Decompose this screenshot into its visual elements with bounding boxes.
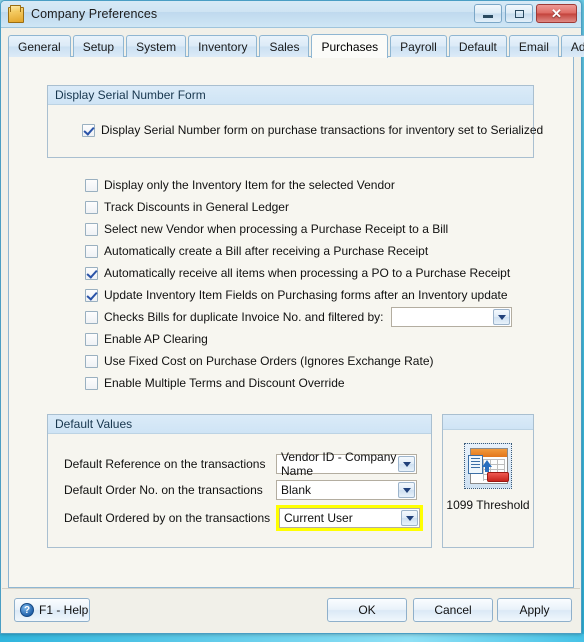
label-default-reference: Default Reference on the transactions xyxy=(64,457,266,471)
desktop-background xyxy=(0,634,584,642)
checkbox-label-track-discounts: Track Discounts in General Ledger xyxy=(104,200,289,214)
ok-button[interactable]: OK xyxy=(327,598,407,622)
checkbox-row-display-serial-number[interactable]: Display Serial Number form on purchase t… xyxy=(82,119,543,141)
default-ordered-by-combobox[interactable]: Current User xyxy=(279,508,420,528)
checkbox-row-update-inventory-fields[interactable]: Update Inventory Item Fields on Purchasi… xyxy=(85,284,555,306)
label-default-ordered-by: Default Ordered by on the transactions xyxy=(64,511,271,525)
cancel-button[interactable]: Cancel xyxy=(413,598,493,622)
help-icon: ? xyxy=(20,603,34,617)
dialog-footer: ? F1 - Help OK Cancel Apply xyxy=(2,588,580,632)
checkbox-label-update-inventory-fields: Update Inventory Item Fields on Purchasi… xyxy=(104,288,508,302)
tab-general[interactable]: General xyxy=(8,35,71,57)
checkbox-label-enable-multiple-terms: Enable Multiple Terms and Discount Overr… xyxy=(104,376,345,390)
folder-icon xyxy=(7,5,24,23)
display-serial-number-group: Display Serial Number Form Display Seria… xyxy=(47,85,543,158)
field-row-default-ordered-by: Default Ordered by on the transactions C… xyxy=(61,505,423,531)
window-controls: ✕ xyxy=(474,4,577,23)
default-ordered-by-value: Current User xyxy=(284,511,353,525)
help-button[interactable]: ? F1 - Help xyxy=(14,598,90,622)
panel-top-strip xyxy=(443,415,533,430)
tab-system[interactable]: System xyxy=(126,35,187,57)
checkbox-row-enable-multiple-terms[interactable]: Enable Multiple Terms and Discount Overr… xyxy=(85,372,555,394)
purchases-tab-page: Display Serial Number Form Display Seria… xyxy=(8,56,574,588)
chevron-down-icon[interactable] xyxy=(398,456,415,472)
tab-add-ons[interactable]: Add-Ons xyxy=(560,35,584,57)
checkbox-label-display-serial-number: Display Serial Number form on purchase t… xyxy=(101,123,544,137)
tab-sales[interactable]: Sales xyxy=(259,35,310,57)
checkbox-row-auto-create-bill[interactable]: Automatically create a Bill after receiv… xyxy=(85,240,555,262)
tab-purchases[interactable]: Purchases xyxy=(311,34,389,58)
default-reference-value: Vendor ID - Company Name xyxy=(281,450,397,478)
chevron-down-icon[interactable] xyxy=(493,309,511,325)
checkbox-label-enable-ap-clearing: Enable AP Clearing xyxy=(104,332,208,346)
checkbox-row-track-discounts[interactable]: Track Discounts in General Ledger xyxy=(85,196,555,218)
checkbox-enable-ap-clearing[interactable] xyxy=(85,332,98,346)
tab-email[interactable]: Email xyxy=(508,35,559,57)
chevron-down-icon[interactable] xyxy=(401,510,418,526)
checkbox-row-enable-ap-clearing[interactable]: Enable AP Clearing xyxy=(85,328,555,350)
checkbox-row-auto-receive-items[interactable]: Automatically receive all items when pro… xyxy=(85,262,555,284)
close-button[interactable]: ✕ xyxy=(536,4,577,23)
default-ordered-by-highlight: Current User xyxy=(276,505,423,531)
field-row-default-reference: Default Reference on the transactions Ve… xyxy=(64,450,421,478)
default-values-header: Default Values xyxy=(48,415,431,434)
default-reference-combobox[interactable]: Vendor ID - Company Name xyxy=(276,450,417,478)
checkbox-select-new-vendor[interactable] xyxy=(85,222,98,236)
tab-inventory[interactable]: Inventory xyxy=(188,35,258,57)
default-order-no-value: Blank xyxy=(281,483,312,497)
company-preferences-window: Company Preferences ✕ General Setup Syst… xyxy=(0,0,584,634)
serial-group-header: Display Serial Number Form xyxy=(48,86,533,105)
label-default-order-no: Default Order No. on the transactions xyxy=(64,483,263,497)
screen: Company Preferences ✕ General Setup Syst… xyxy=(0,0,584,642)
help-button-label: F1 - Help xyxy=(39,603,89,617)
tab-setup[interactable]: Setup xyxy=(72,35,125,57)
checkbox-display-serial-number[interactable] xyxy=(82,123,95,137)
tab-payroll[interactable]: Payroll xyxy=(390,35,447,57)
checkbox-display-only-inventory-item[interactable] xyxy=(85,178,98,192)
checkbox-row-use-fixed-cost[interactable]: Use Fixed Cost on Purchase Orders (Ignor… xyxy=(85,350,555,372)
checkbox-label-check-duplicate-invoice: Checks Bills for duplicate Invoice No. a… xyxy=(104,310,384,324)
purchase-options-list: Display only the Inventory Item for the … xyxy=(85,174,555,394)
field-row-default-order-no: Default Order No. on the transactions Bl… xyxy=(64,480,421,500)
maximize-button[interactable] xyxy=(505,4,533,23)
checkbox-row-check-duplicate-invoice[interactable]: Checks Bills for duplicate Invoice No. a… xyxy=(85,306,555,328)
checkbox-label-auto-create-bill: Automatically create a Bill after receiv… xyxy=(104,244,429,258)
close-icon: ✕ xyxy=(551,6,562,21)
checkbox-row-select-new-vendor[interactable]: Select new Vendor when processing a Purc… xyxy=(85,218,555,240)
title-bar: Company Preferences ✕ xyxy=(1,1,581,28)
chevron-down-icon[interactable] xyxy=(398,482,415,498)
checkbox-update-inventory-fields[interactable] xyxy=(85,288,98,302)
checkbox-row-display-only-inventory-item[interactable]: Display only the Inventory Item for the … xyxy=(85,174,555,196)
tab-strip: General Setup System Inventory Sales Pur… xyxy=(8,33,584,58)
checkbox-track-discounts[interactable] xyxy=(85,200,98,214)
maximize-icon xyxy=(514,9,524,18)
1099-threshold-label: 1099 Threshold xyxy=(446,498,530,512)
checkbox-auto-receive-items[interactable] xyxy=(85,266,98,280)
checkbox-check-duplicate-invoice[interactable] xyxy=(85,310,98,324)
tab-default[interactable]: Default xyxy=(448,35,507,57)
default-order-no-combobox[interactable]: Blank xyxy=(276,480,417,500)
minimize-icon xyxy=(483,15,493,18)
duplicate-invoice-filter-combobox[interactable] xyxy=(391,307,513,327)
checkbox-auto-create-bill[interactable] xyxy=(85,244,98,258)
checkbox-enable-multiple-terms[interactable] xyxy=(85,376,98,390)
minimize-button[interactable] xyxy=(474,4,502,23)
checkbox-label-select-new-vendor: Select new Vendor when processing a Purc… xyxy=(104,222,449,236)
apply-button[interactable]: Apply xyxy=(497,598,572,622)
window-title: Company Preferences xyxy=(31,7,158,21)
default-values-group: Default Values Default Reference on the … xyxy=(47,414,432,548)
checkbox-label-display-only-inventory-item: Display only the Inventory Item for the … xyxy=(104,178,395,192)
report-export-icon[interactable] xyxy=(464,443,512,489)
checkbox-label-use-fixed-cost: Use Fixed Cost on Purchase Orders (Ignor… xyxy=(104,354,434,368)
checkbox-label-auto-receive-items: Automatically receive all items when pro… xyxy=(104,266,511,280)
checkbox-use-fixed-cost[interactable] xyxy=(85,354,98,368)
1099-threshold-panel[interactable]: 1099 Threshold xyxy=(442,414,534,548)
